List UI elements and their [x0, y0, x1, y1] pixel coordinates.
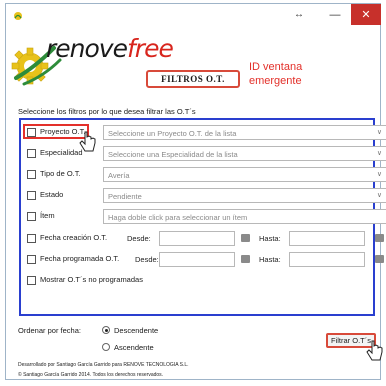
- radio-ascendente-label[interactable]: Ascendente: [114, 343, 154, 352]
- radio-ascendente[interactable]: [102, 343, 110, 351]
- app-icon: [14, 12, 22, 20]
- tipo-select-text: Avería: [108, 171, 130, 180]
- label-hasta-creacion: Hasta:: [259, 234, 281, 243]
- estado-select[interactable]: Pendiente ∨: [103, 188, 386, 203]
- checkbox-estado[interactable]: [27, 191, 36, 200]
- label-desde-creacion: Desde:: [127, 234, 151, 243]
- filter-row-proyecto: Proyecto O.T. Seleccione un Proyecto O.T…: [21, 123, 386, 152]
- estado-select-text: Pendiente: [108, 192, 142, 201]
- pointer-cursor-icon: [366, 340, 383, 361]
- dropdown-arrow-icon: ∨: [376, 129, 382, 136]
- checkbox-fecha-creacion[interactable]: [27, 234, 36, 243]
- radio-descendente-label[interactable]: Descendente: [114, 326, 158, 335]
- minimize-button[interactable]: —: [322, 4, 348, 25]
- checkbox-tipo[interactable]: [27, 170, 36, 179]
- filter-row-fecha-programada: Fecha programada O.T. Desde: Hasta:: [21, 250, 384, 270]
- fecha-creacion-hasta-input[interactable]: [289, 231, 365, 246]
- label-fecha-programada: Fecha programada O.T.: [40, 254, 120, 263]
- filter-row-no-programadas: Mostrar O.T´s no programadas: [21, 271, 373, 291]
- calendar-icon[interactable]: [375, 234, 384, 242]
- label-tipo: Tipo de O.T.: [40, 169, 81, 178]
- proyecto-select[interactable]: Seleccione un Proyecto O.T. de la lista …: [103, 125, 386, 140]
- fecha-creacion-desde-input[interactable]: [159, 231, 235, 246]
- fecha-programada-hasta-input[interactable]: [289, 252, 365, 267]
- order-section: Ordenar por fecha: Descendente Ascendent…: [18, 326, 158, 352]
- checkbox-item[interactable]: [27, 212, 36, 221]
- logo-text-renove: renove: [46, 34, 128, 63]
- label-fecha-creacion: Fecha creación O.T.: [40, 233, 108, 242]
- close-button[interactable]: ✕: [351, 4, 381, 25]
- label-estado: Estado: [40, 190, 64, 199]
- popup-window: ↔ — ☐ ✕ renove: [5, 3, 386, 380]
- logo-text-free: free: [126, 34, 174, 63]
- especialidad-select[interactable]: Seleccione una Especialidad de la lista …: [103, 146, 386, 161]
- especialidad-select-text: Seleccione una Especialidad de la lista: [108, 150, 238, 159]
- radio-descendente[interactable]: [102, 326, 110, 334]
- filter-row-estado: Estado Pendiente ∨: [21, 186, 386, 206]
- label-item: Ítem: [40, 211, 55, 220]
- label-especialidad: Especialidad: [40, 148, 83, 157]
- title-bar[interactable]: ↔ — ☐ ✕: [6, 4, 381, 30]
- annotation-window-id: ID ventana emergente: [249, 61, 303, 87]
- order-label: Ordenar por fecha:: [18, 326, 81, 335]
- filter-row-especialidad: Especialidad Seleccione una Especialidad…: [21, 144, 386, 164]
- calendar-icon[interactable]: [241, 234, 250, 242]
- resize-icon[interactable]: ↔: [288, 4, 310, 25]
- label-no-programadas: Mostrar O.T´s no programadas: [40, 275, 143, 284]
- calendar-icon[interactable]: [241, 255, 250, 263]
- filter-row-fecha-creacion: Fecha creación O.T. Desde: Hasta:: [21, 229, 384, 249]
- footer-copyright: © Santiago García Garrido 2014. Todos lo…: [18, 372, 164, 378]
- filters-intro-text: Seleccione los filtros por lo que desea …: [18, 107, 196, 116]
- renovefree-logo: renovefree: [10, 32, 174, 94]
- logo-wordmark: renovefree: [46, 34, 174, 63]
- header: renovefree FILTROS O.T. ID ventana emerg…: [6, 30, 380, 102]
- proyecto-select-text: Seleccione un Proyecto O.T. de la lista: [108, 129, 237, 138]
- window-title: FILTROS O.T.: [146, 70, 240, 88]
- tipo-select[interactable]: Avería ∨: [103, 167, 386, 182]
- label-hasta-programada: Hasta:: [259, 255, 281, 264]
- checkbox-fecha-programada[interactable]: [27, 255, 36, 264]
- item-input[interactable]: Haga doble click para seleccionar un íte…: [103, 209, 386, 224]
- checkbox-proyecto[interactable]: [27, 128, 36, 137]
- filter-row-tipo: Tipo de O.T. Avería ∨: [21, 165, 386, 185]
- checkbox-no-programadas[interactable]: [27, 276, 36, 285]
- filter-row-item: Ítem Haga doble click para seleccionar u…: [21, 207, 386, 227]
- footer-credits: Desarrollado por Santiago García Garrido…: [18, 362, 189, 368]
- label-desde-programada: Desde:: [135, 255, 159, 264]
- dropdown-arrow-icon: ∨: [376, 171, 382, 178]
- item-input-placeholder: Haga doble click para seleccionar un íte…: [108, 213, 248, 222]
- dropdown-arrow-icon: ∨: [376, 150, 382, 157]
- checkbox-especialidad[interactable]: [27, 149, 36, 158]
- calendar-icon[interactable]: [375, 255, 384, 263]
- fecha-programada-desde-input[interactable]: [159, 252, 235, 267]
- filter-panel: Proyecto O.T. Seleccione un Proyecto O.T…: [19, 118, 386, 316]
- dropdown-arrow-icon: ∨: [376, 192, 382, 199]
